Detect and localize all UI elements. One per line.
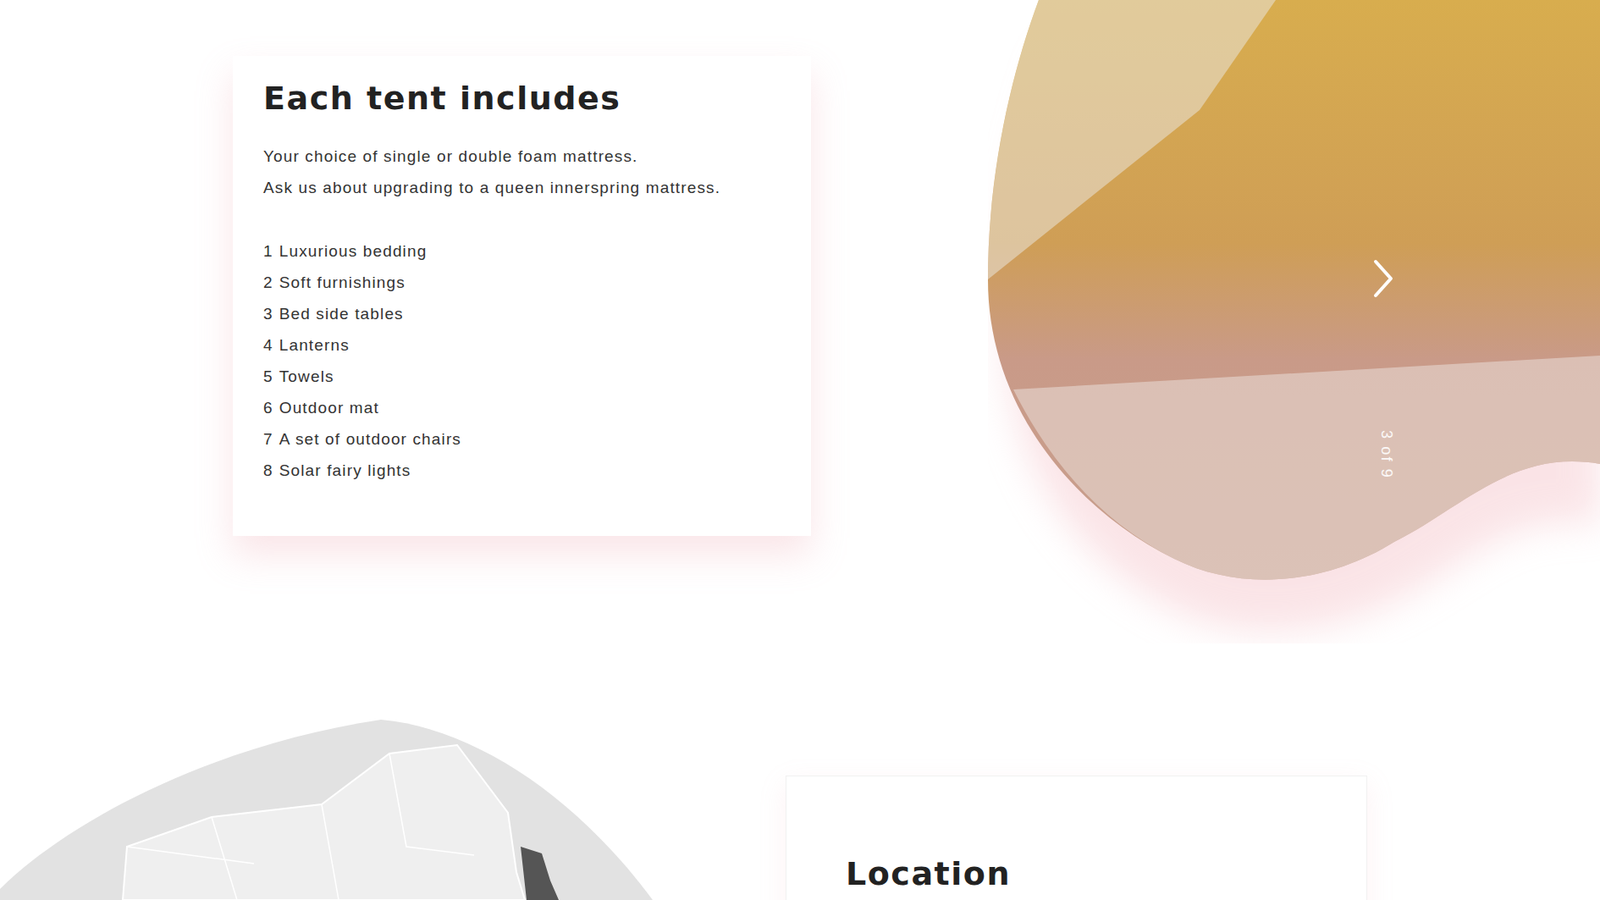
tent-section: Each tent includes Your choice of single … [0, 0, 1600, 720]
includes-card: Each tent includes Your choice of single … [232, 55, 812, 536]
chevron-right-icon[interactable] [1370, 258, 1396, 299]
card-intro: Your choice of single or double foam mat… [263, 140, 781, 204]
location-card: Location [785, 775, 1368, 900]
item-number: 6 [263, 391, 274, 424]
tent-photo [987, 0, 1600, 644]
include-item: 4Lanterns [263, 329, 781, 361]
item-number: 8 [263, 454, 274, 486]
include-item: 2Soft furnishings [263, 266, 781, 298]
include-item: 6Outdoor mat [263, 391, 781, 424]
item-number: 4 [263, 329, 274, 361]
item-number: 3 [263, 297, 274, 330]
item-number: 2 [263, 266, 274, 298]
region-map [0, 719, 653, 900]
include-item: 1Luxurious bedding [263, 235, 781, 267]
include-item: 7A set of outdoor chairs [263, 423, 781, 455]
slide-counter: 3 of 9 [1375, 430, 1399, 480]
item-label: Bed side tables [279, 297, 404, 330]
location-section: Location [0, 719, 1600, 900]
photo-gallery[interactable]: 3 of 9 [987, 0, 1600, 644]
intro-line: Ask us about upgrading to a queen inners… [263, 171, 781, 204]
item-label: Solar fairy lights [279, 454, 412, 486]
item-label: Outdoor mat [279, 391, 380, 424]
item-label: Towels [279, 360, 335, 392]
item-number: 7 [263, 423, 274, 455]
item-label: A set of outdoor chairs [279, 423, 462, 455]
include-item: 3Bed side tables [263, 297, 781, 330]
item-label: Lanterns [279, 329, 350, 361]
item-label: Soft furnishings [279, 266, 406, 298]
intro-line: Your choice of single or double foam mat… [263, 140, 781, 172]
card-title: Each tent includes [263, 77, 781, 119]
item-label: Luxurious bedding [279, 235, 428, 267]
item-number: 5 [263, 360, 274, 392]
include-item: 8Solar fairy lights [263, 454, 781, 486]
include-list: 1Luxurious bedding2Soft furnishings3Bed … [263, 235, 781, 486]
include-item: 5Towels [263, 360, 781, 392]
location-title: Location [845, 854, 1308, 894]
item-number: 1 [263, 235, 274, 267]
